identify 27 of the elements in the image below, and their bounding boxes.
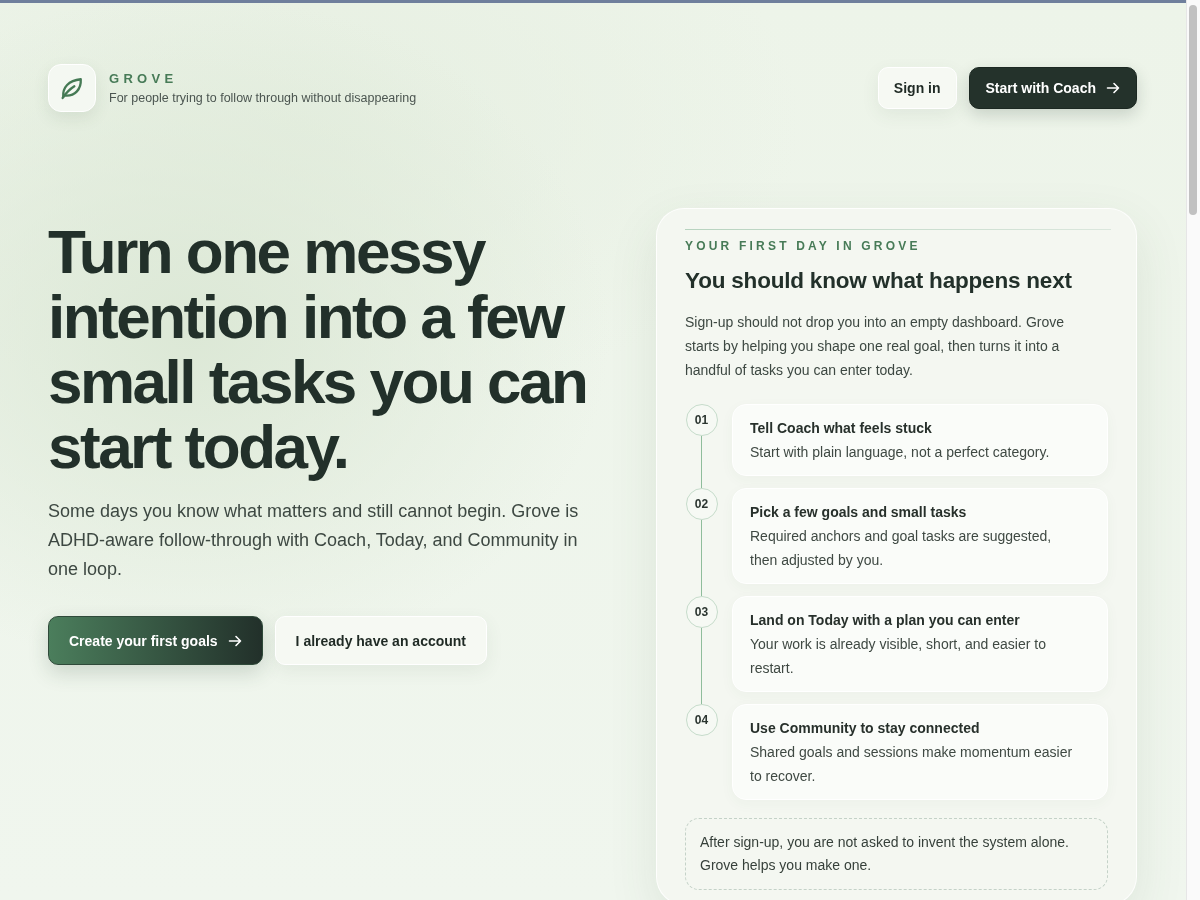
primary-button[interactable]: Start with Coach xyxy=(968,67,1137,109)
step-title: Tell Coach what feels stuck xyxy=(750,419,933,438)
step-description: Your work is already visible, short, and easier to restart. xyxy=(750,635,1047,678)
hero-headline: Turn one messy intention into a few small tasks you can start today. xyxy=(48,219,588,479)
leaf-logo-icon xyxy=(48,64,96,112)
section-eyebrow: YOUR FIRST DAY IN GROVE xyxy=(685,238,922,254)
secondary-button[interactable]: Sign in xyxy=(877,67,957,109)
scrollbar-thumb[interactable] xyxy=(1189,5,1197,215)
step-description: Required anchors and goal tasks are suggested, then adjusted by you. xyxy=(750,527,1053,570)
step-number: 02 xyxy=(685,488,718,520)
hero-description: Some days you know what matters and still cannot begin. Grove is ADHD-aware follow-through with Coach, Today, and Community in one loop. xyxy=(48,500,580,581)
brand-tagline: For people trying to follow through without disappearing xyxy=(109,89,417,106)
primary-button[interactable]: Create your first goals xyxy=(48,616,263,665)
brand-name: GROVE xyxy=(109,70,179,87)
secondary-button[interactable]: I already have an account xyxy=(274,616,487,665)
step-description: Start with plain language, not a perfect category. xyxy=(750,443,1051,462)
scrollbar[interactable] xyxy=(1186,0,1200,900)
step-number: 03 xyxy=(685,596,718,628)
step-title: Use Community to stay connected xyxy=(750,719,981,738)
step-title: Land on Today with a plan you can enter xyxy=(750,611,1021,630)
card-description: Sign-up should not drop you into an empty dashboard. Grove starts by helping you shape one real goal, then turns it into a handful of tasks you can enter today. xyxy=(685,313,1066,380)
step-description: Shared goals and sessions make momentum easier to recover. xyxy=(750,743,1074,786)
card-heading: You should know what happens next xyxy=(685,267,1073,295)
step-number: 01 xyxy=(685,404,718,436)
signup-note: After sign-up, you are not asked to invent the system alone. Grove helps you make one. xyxy=(685,818,1108,890)
step-title: Pick a few goals and small tasks xyxy=(750,503,968,522)
step-number: 04 xyxy=(685,704,718,736)
